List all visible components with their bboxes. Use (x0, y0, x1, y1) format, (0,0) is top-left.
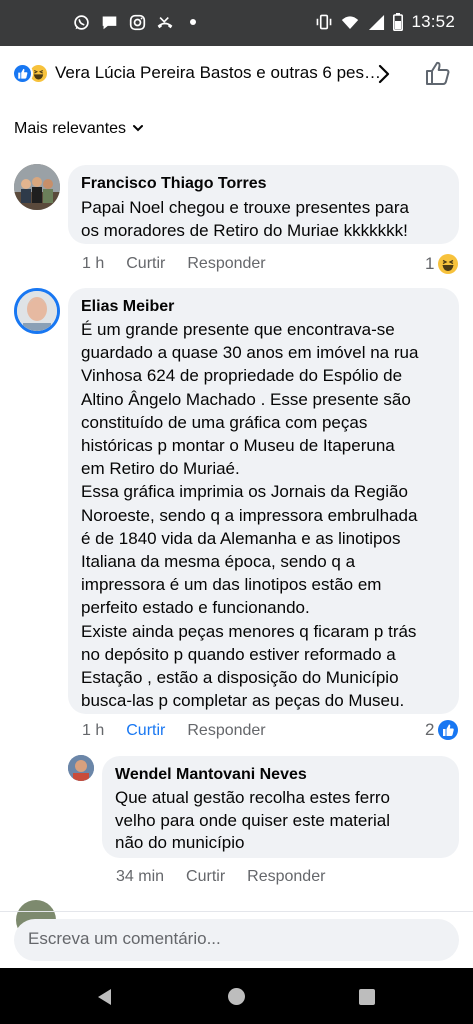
status-bar: 13:52 (0, 0, 473, 46)
back-icon[interactable] (95, 987, 113, 1012)
reply-actions: 34 min Curtir Responder (116, 868, 347, 886)
recents-icon[interactable] (359, 989, 375, 1005)
comment-time: 1 h (82, 722, 105, 739)
signal-icon (367, 13, 385, 31)
notification-icons (72, 13, 202, 31)
comment-input-placeholder: Escreva um comentário... (28, 929, 221, 948)
reply-time: 34 min (116, 868, 165, 885)
chat-icon (100, 13, 118, 31)
navigation-bar (0, 968, 473, 1024)
missed-call-icon (156, 13, 174, 31)
person-photo-avatar-icon (68, 755, 94, 781)
reaction-count[interactable]: 1 (425, 254, 459, 274)
whatsapp-icon (72, 13, 90, 31)
like-comment-button[interactable]: Curtir (126, 722, 165, 740)
reaction-count-number: 2 (425, 720, 435, 739)
reply-button[interactable]: Responder (187, 255, 265, 273)
comment-time: 1 h (82, 255, 105, 272)
avatar[interactable] (14, 164, 60, 210)
home-icon[interactable] (228, 988, 245, 1005)
wifi-icon (341, 13, 359, 31)
vibrate-icon (315, 13, 333, 31)
comment-author[interactable]: Elias Meiber (81, 297, 445, 317)
like-reaction-icon (12, 63, 33, 84)
battery-icon (393, 13, 404, 31)
like-button-icon[interactable] (424, 59, 452, 92)
reply-bubble[interactable]: Wendel Mantovani Neves Que atual gestão … (102, 756, 459, 858)
comment-actions: 1 h Curtir Responder (82, 255, 288, 273)
reaction-icons (12, 63, 52, 85)
clock: 13:52 (411, 12, 455, 31)
group-photo-avatar-icon (14, 164, 60, 210)
comment-actions: 1 h Curtir Responder (82, 722, 288, 740)
comment-bubble[interactable]: Elias Meiber É um grande presente que en… (68, 288, 459, 714)
like-reply-button[interactable]: Curtir (186, 868, 225, 886)
reaction-count-number: 1 (425, 254, 435, 273)
reply-author[interactable]: Wendel Mantovani Neves (115, 765, 445, 785)
reaction-count[interactable]: 2 (425, 720, 459, 740)
reply-button[interactable]: Responder (187, 722, 265, 740)
system-icons: 13:52 (315, 12, 455, 32)
sort-dropdown[interactable]: Mais relevantes (14, 120, 144, 138)
like-comment-button[interactable]: Curtir (126, 255, 165, 273)
person-photo-avatar-icon (17, 291, 57, 331)
comment-bubble[interactable]: Francisco Thiago Torres Papai Noel chego… (68, 165, 459, 244)
instagram-icon (128, 13, 146, 31)
like-reaction-icon (438, 720, 459, 740)
comment-text: É um grande presente que encontrava-se g… (81, 320, 419, 711)
divider (0, 911, 473, 912)
dot-icon (184, 13, 202, 31)
reply-text: Que atual gestão recolha estes ferro vel… (115, 788, 390, 852)
haha-reaction-icon (438, 254, 459, 274)
reply-button[interactable]: Responder (247, 868, 325, 886)
reactions-summary[interactable]: Vera Lúcia Pereira Bastos e outras 6 pes… (55, 63, 381, 83)
comment-text: Papai Noel chegou e trouxe presentes par… (81, 198, 409, 240)
avatar[interactable] (14, 288, 60, 334)
chevron-down-icon (132, 120, 144, 138)
chevron-right-icon[interactable] (378, 64, 390, 89)
avatar[interactable] (68, 755, 94, 781)
comment-input[interactable]: Escreva um comentário... (14, 919, 459, 961)
sort-label: Mais relevantes (14, 120, 127, 137)
comment-author[interactable]: Francisco Thiago Torres (81, 174, 445, 194)
reactions-header[interactable]: Vera Lúcia Pereira Bastos e outras 6 pes… (0, 46, 473, 102)
